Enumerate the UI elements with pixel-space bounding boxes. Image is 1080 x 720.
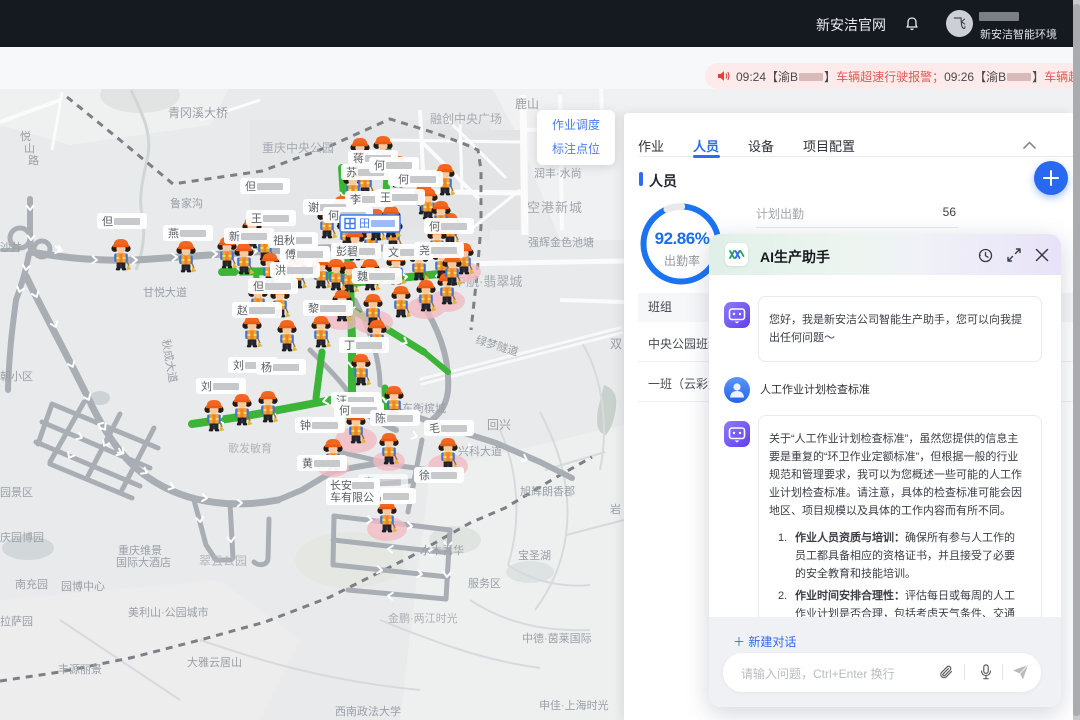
svg-text:钟: 钟 <box>300 418 311 432</box>
svg-text:苏: 苏 <box>346 166 357 179</box>
svg-text:田: 田 <box>359 218 370 230</box>
svg-text:谢: 谢 <box>308 200 319 214</box>
svg-text:山: 山 <box>24 142 35 155</box>
svg-text:庆园博园: 庆园博园 <box>0 530 44 544</box>
svg-text:翠云公园: 翠云公园 <box>199 554 247 568</box>
svg-text:甘悦大道: 甘悦大道 <box>143 285 187 299</box>
svg-text:王: 王 <box>251 213 262 225</box>
svg-text:长安: 长安 <box>330 478 352 492</box>
svg-text:毛: 毛 <box>429 422 440 435</box>
svg-text:何: 何 <box>328 209 339 222</box>
svg-text:旭辉朗香郡: 旭辉朗香郡 <box>520 484 575 498</box>
svg-text:燕: 燕 <box>168 227 179 240</box>
svg-text:悦: 悦 <box>20 129 31 143</box>
svg-text:傅: 傅 <box>285 247 296 261</box>
svg-text:润丰·水尚: 润丰·水尚 <box>534 166 582 180</box>
svg-text:沙井: 沙井 <box>0 240 22 254</box>
svg-text:国际大酒店: 国际大酒店 <box>116 555 171 569</box>
svg-text:双: 双 <box>610 337 622 351</box>
svg-text:黎: 黎 <box>308 301 319 315</box>
svg-text:何: 何 <box>429 220 440 233</box>
svg-text:但: 但 <box>245 180 256 193</box>
svg-text:中德·茵莱国际: 中德·茵莱国际 <box>522 631 592 645</box>
svg-text:车有限公: 车有限公 <box>330 490 374 504</box>
svg-text:歌发敏育: 歌发敏育 <box>228 441 272 455</box>
svg-text:兴科大道: 兴科大道 <box>458 444 502 458</box>
svg-text:何: 何 <box>374 159 385 172</box>
svg-text:赵: 赵 <box>237 303 248 317</box>
svg-text:魏: 魏 <box>357 269 368 283</box>
svg-text:新: 新 <box>229 229 240 243</box>
svg-text:刘: 刘 <box>201 380 212 393</box>
svg-text:美利山·公园城市: 美利山·公园城市 <box>128 605 209 619</box>
svg-text:蒋: 蒋 <box>353 152 364 165</box>
svg-text:彭碧: 彭碧 <box>336 244 358 258</box>
svg-text:丰源丽景: 丰源丽景 <box>58 662 102 676</box>
svg-text:尧: 尧 <box>419 244 430 257</box>
svg-text:朝小区: 朝小区 <box>0 370 33 383</box>
svg-text:杨: 杨 <box>261 360 272 374</box>
svg-text:何: 何 <box>398 173 409 186</box>
svg-text:路: 路 <box>28 154 39 167</box>
svg-text:重庆中央公园: 重庆中央公园 <box>262 140 334 155</box>
svg-text:鲁家沟: 鲁家沟 <box>170 196 203 210</box>
svg-text:丁: 丁 <box>344 340 355 352</box>
svg-text:园博中心: 园博中心 <box>61 580 105 593</box>
svg-text:强辉金色池塘: 强辉金色池塘 <box>528 235 594 249</box>
svg-text:但: 但 <box>102 215 113 228</box>
svg-text:水木青华: 水木青华 <box>420 543 464 557</box>
svg-text:融创中央广场: 融创中央广场 <box>430 111 502 126</box>
svg-text:文: 文 <box>388 245 399 259</box>
svg-text:南充园: 南充园 <box>15 577 48 591</box>
svg-text:申佳·上海时光: 申佳·上海时光 <box>539 698 609 712</box>
svg-text:大雅云居山: 大雅云居山 <box>187 655 242 669</box>
svg-text:刘: 刘 <box>233 359 244 372</box>
svg-text:重庆维景: 重庆维景 <box>118 543 162 557</box>
svg-text:岩: 岩 <box>610 502 621 516</box>
svg-text:青冈溪大桥: 青冈溪大桥 <box>168 106 228 120</box>
svg-text:西南政法大学: 西南政法大学 <box>335 704 401 718</box>
svg-text:园景区: 园景区 <box>0 486 33 499</box>
svg-text:金鹏·两江时光: 金鹏·两江时光 <box>388 611 458 625</box>
svg-text:王: 王 <box>380 192 391 204</box>
svg-text:鹿山: 鹿山 <box>515 96 539 111</box>
svg-text:空港新城: 空港新城 <box>527 200 583 215</box>
svg-text:服务区: 服务区 <box>468 577 501 590</box>
svg-text:何: 何 <box>339 404 350 417</box>
svg-text:洪: 洪 <box>275 263 286 277</box>
svg-text:宝圣湖: 宝圣湖 <box>518 548 551 562</box>
svg-text:徐: 徐 <box>419 468 430 482</box>
svg-text:但: 但 <box>253 280 264 293</box>
svg-text:回兴: 回兴 <box>487 418 511 432</box>
svg-text:陈: 陈 <box>375 411 386 425</box>
svg-text:拉萨园: 拉萨园 <box>0 614 33 628</box>
svg-text:祖秋: 祖秋 <box>273 233 295 247</box>
svg-text:黄: 黄 <box>302 456 313 470</box>
